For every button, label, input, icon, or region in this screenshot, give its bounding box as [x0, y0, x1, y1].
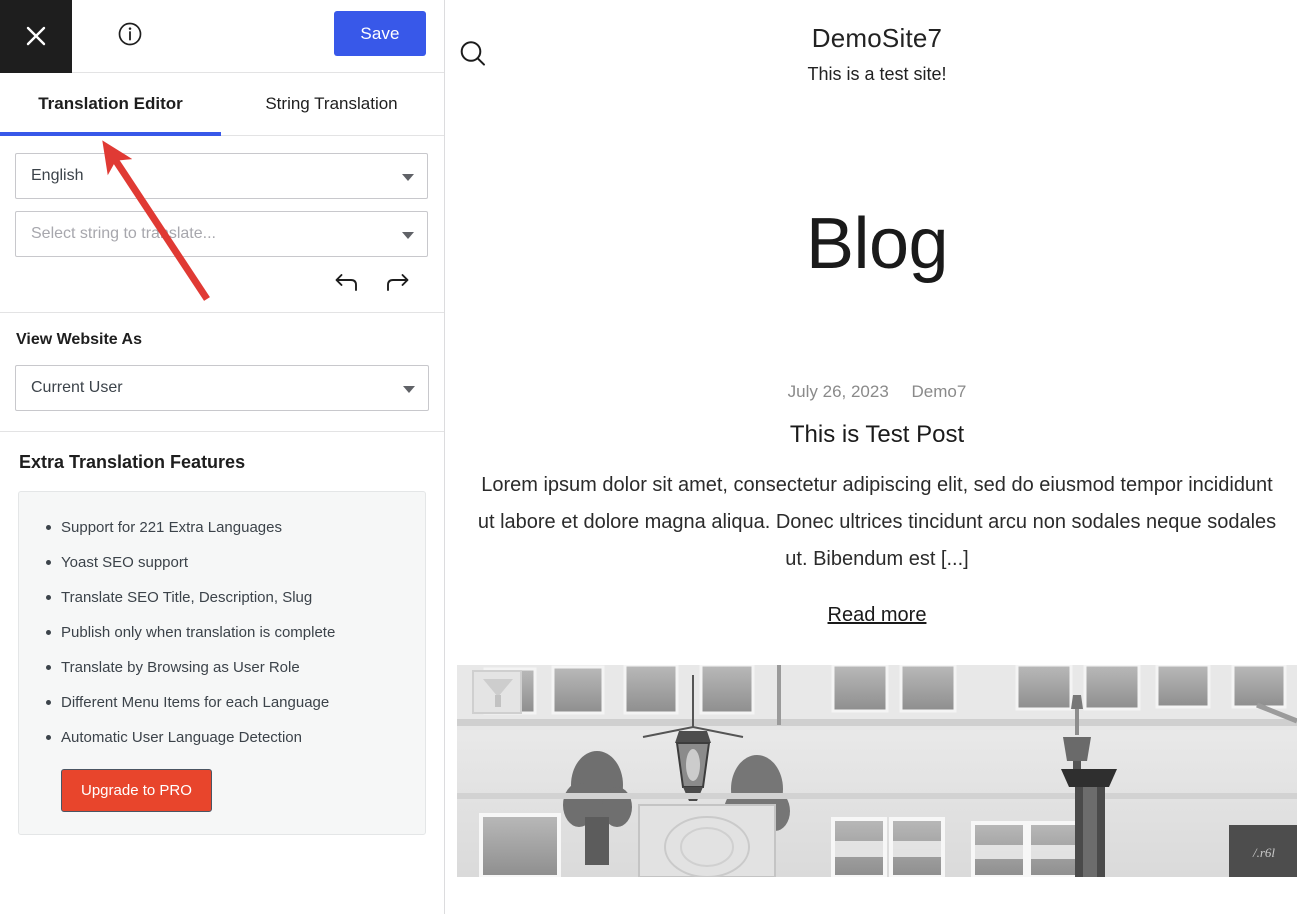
view-website-as-select[interactable]: Current User: [15, 365, 429, 411]
list-item: Automatic User Language Detection: [46, 720, 405, 755]
save-button[interactable]: Save: [334, 11, 426, 56]
view-website-as-value: Current User: [31, 379, 123, 396]
upgrade-to-pro-button[interactable]: Upgrade to PRO: [61, 769, 212, 812]
post-entry: July 26, 2023 Demo7 This is Test Post Lo…: [445, 380, 1309, 627]
chevron-down-icon: [403, 386, 415, 393]
close-button[interactable]: [0, 0, 72, 73]
svg-text:/.r6l: /.r6l: [1252, 845, 1275, 860]
history-controls: [15, 269, 429, 301]
site-header: DemoSite7 This is a test site!: [445, 0, 1309, 104]
site-branding: DemoSite7 This is a test site!: [807, 22, 946, 86]
list-item: Translate SEO Title, Description, Slug: [46, 580, 405, 615]
post-excerpt: Lorem ipsum dolor sit amet, consectetur …: [477, 474, 1277, 570]
extra-features-section: Extra Translation Features Support for 2…: [0, 432, 444, 835]
post-author: Demo7: [911, 382, 967, 401]
app-root: Save Translation Editor String Translati…: [0, 0, 1309, 914]
undo-button[interactable]: [333, 271, 361, 297]
site-tagline: This is a test site!: [807, 64, 947, 84]
redo-arrow-icon: [384, 271, 410, 298]
search-icon: [457, 41, 489, 74]
translation-controls: English Select string to translate...: [0, 136, 444, 313]
string-select[interactable]: Select string to translate...: [15, 211, 428, 257]
list-item: Yoast SEO support: [46, 545, 405, 580]
close-icon: [23, 23, 49, 49]
page-title: Blog: [805, 204, 949, 284]
site-preview: DemoSite7 This is a test site! Blog July…: [445, 0, 1309, 914]
post-date: July 26, 2023: [787, 382, 889, 401]
list-item: Publish only when translation is complet…: [46, 615, 405, 650]
sidebar-tabs: Translation Editor String Translation: [0, 73, 444, 136]
undo-arrow-icon: [334, 271, 360, 298]
view-website-as-heading: View Website As: [16, 331, 142, 348]
sidebar-topbar: Save: [0, 0, 444, 73]
post-title[interactable]: This is Test Post: [445, 419, 1309, 451]
list-item: Different Menu Items for each Language: [46, 685, 405, 720]
site-title[interactable]: DemoSite7: [807, 22, 946, 54]
chevron-down-icon: [402, 174, 414, 181]
tab-translation-editor-label: Translation Editor: [38, 94, 183, 113]
search-button[interactable]: [457, 38, 489, 75]
info-icon: [117, 21, 143, 52]
tab-translation-editor[interactable]: Translation Editor: [0, 73, 221, 136]
tab-string-translation-label: String Translation: [265, 94, 398, 113]
language-select-value: English: [31, 167, 84, 184]
read-more-link[interactable]: Read more: [828, 604, 927, 627]
extra-features-list: Support for 221 Extra Languages Yoast SE…: [39, 510, 405, 755]
info-button[interactable]: [100, 0, 160, 73]
redo-button[interactable]: [383, 271, 411, 297]
language-select[interactable]: English: [15, 153, 428, 199]
view-website-as-section: View Website As Current User: [0, 313, 444, 432]
extra-features-heading: Extra Translation Features: [19, 452, 246, 472]
post-featured-image: /.r6l: [457, 665, 1297, 877]
tab-string-translation[interactable]: String Translation: [221, 73, 442, 135]
string-select-placeholder: Select string to translate...: [31, 225, 216, 242]
chevron-down-icon: [402, 232, 414, 239]
translation-sidebar: Save Translation Editor String Translati…: [0, 0, 445, 914]
list-item: Translate by Browsing as User Role: [46, 650, 405, 685]
list-item: Support for 221 Extra Languages: [46, 510, 405, 545]
extra-features-card: Support for 221 Extra Languages Yoast SE…: [18, 491, 426, 835]
post-meta: July 26, 2023 Demo7: [445, 380, 1309, 404]
